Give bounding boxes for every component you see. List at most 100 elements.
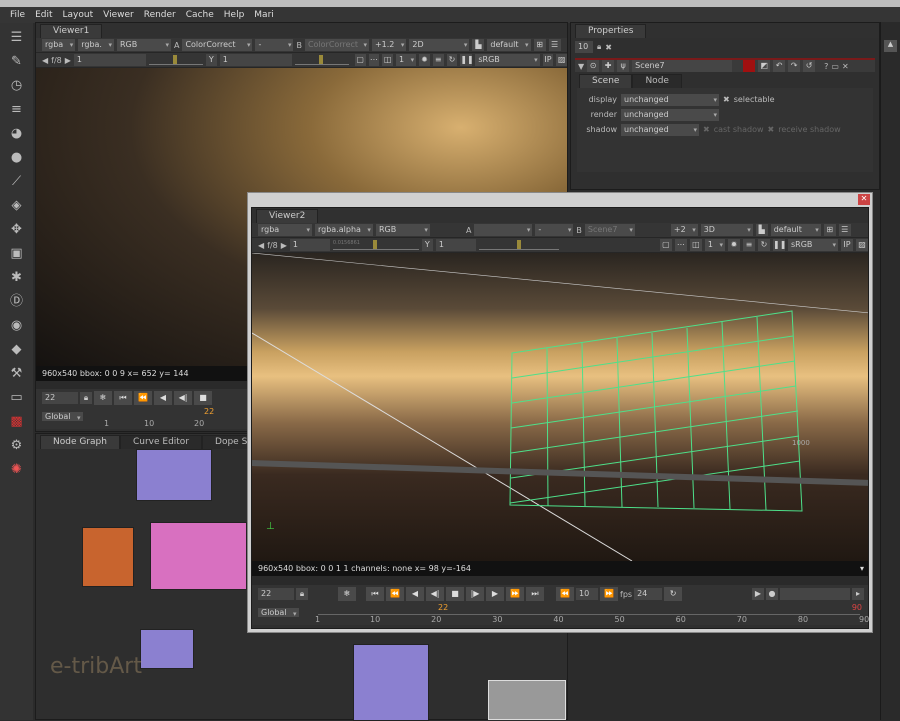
backdrop-node[interactable] bbox=[136, 449, 212, 501]
tab-viewer1[interactable]: Viewer1 bbox=[40, 24, 103, 38]
ip-button[interactable]: IP bbox=[542, 54, 554, 66]
navigator-minimap[interactable] bbox=[488, 680, 566, 720]
color-icon[interactable]: ◕ bbox=[9, 125, 25, 143]
clear-panels-icon[interactable]: ✖ bbox=[605, 43, 612, 52]
wipe-icon[interactable]: ⋯ bbox=[368, 54, 380, 66]
lines-icon[interactable]: ≡ bbox=[432, 54, 444, 66]
fstop-down-icon[interactable]: ◀ bbox=[258, 241, 264, 250]
loop-mode-icon[interactable]: ↻ bbox=[664, 587, 683, 601]
gamma-field[interactable]: 1 bbox=[435, 239, 476, 251]
freeze-icon[interactable]: ❄ bbox=[338, 587, 356, 601]
range-select[interactable]: Global bbox=[258, 608, 299, 617]
proxy-select[interactable]: 1 bbox=[396, 54, 417, 66]
timeline-options-icon[interactable]: ▸ bbox=[852, 588, 864, 600]
center-icon[interactable]: ⊙ bbox=[587, 60, 600, 72]
gamma-slider[interactable] bbox=[478, 240, 559, 250]
gamma-slider[interactable] bbox=[295, 55, 349, 65]
menu-render[interactable]: Render bbox=[144, 10, 176, 20]
wrench-icon[interactable]: ψ bbox=[617, 60, 630, 72]
region-icon[interactable]: ▢ bbox=[659, 239, 672, 251]
scroll-up-icon[interactable]: ▲ bbox=[884, 40, 897, 52]
backdrop-node[interactable] bbox=[140, 629, 194, 669]
step-back-icon[interactable]: ◀| bbox=[174, 391, 192, 405]
menu-edit[interactable]: Edit bbox=[35, 10, 52, 20]
overlay-icon[interactable]: ◫ bbox=[382, 54, 393, 66]
first-frame-icon[interactable]: ⏮ bbox=[114, 391, 132, 405]
colorspace-select[interactable]: sRGB bbox=[788, 239, 838, 251]
redo-icon[interactable]: ↷ bbox=[788, 60, 801, 72]
3d-icon[interactable]: ▣ bbox=[9, 245, 25, 263]
plugin-icon[interactable]: ⚙ bbox=[9, 437, 25, 455]
lut-preset-select[interactable]: default bbox=[487, 39, 531, 51]
colorspace-select[interactable]: sRGB bbox=[475, 54, 540, 66]
filter-icon[interactable]: ● bbox=[9, 149, 25, 167]
prev-key-icon[interactable]: ⏪ bbox=[134, 391, 152, 405]
stop-icon[interactable]: ■ bbox=[194, 391, 212, 405]
skip-back-icon[interactable]: ⏪ bbox=[556, 587, 574, 601]
display-select[interactable]: unchanged bbox=[621, 93, 719, 106]
lock-icon[interactable]: 🔒︎ bbox=[597, 42, 601, 52]
properties-scrollbar[interactable]: ▲ bbox=[880, 22, 900, 720]
alpha-channel-select[interactable]: rgba. bbox=[78, 39, 114, 51]
selectable-checkbox[interactable]: ✖ bbox=[723, 95, 730, 104]
lock-icon[interactable]: 🔒︎ bbox=[296, 588, 308, 600]
channel-icon[interactable]: ≡ bbox=[9, 101, 25, 119]
layer-select[interactable]: rgba bbox=[258, 224, 312, 236]
camera-icon[interactable]: ▙ bbox=[755, 224, 768, 236]
view-mode-select[interactable]: 2D bbox=[409, 39, 470, 51]
freeze-icon[interactable]: ❄ bbox=[94, 391, 112, 405]
flipbook-icon[interactable]: ▶ bbox=[752, 588, 764, 600]
tab-properties[interactable]: Properties bbox=[575, 24, 647, 38]
fstop-up-icon[interactable]: ▶ bbox=[65, 56, 71, 65]
backdrop-node[interactable] bbox=[353, 644, 429, 721]
tab-node[interactable]: Node bbox=[632, 74, 682, 88]
skip-forward-icon[interactable]: ⏩ bbox=[600, 587, 618, 601]
pause-icon[interactable]: ❚❚ bbox=[773, 239, 786, 251]
clip-icon[interactable]: ✹ bbox=[419, 54, 430, 66]
other-icon[interactable]: ⚒ bbox=[9, 365, 25, 383]
shadow-select[interactable]: unchanged bbox=[621, 123, 699, 136]
close-icon[interactable]: ✕ bbox=[842, 62, 849, 71]
tab-viewer2[interactable]: Viewer2 bbox=[256, 209, 319, 223]
gain-select[interactable]: +1.2 bbox=[371, 39, 407, 51]
last-frame-icon[interactable]: ⏭ bbox=[526, 587, 544, 601]
alpha-channel-select[interactable]: rgba.alpha bbox=[315, 224, 373, 236]
a-input-select[interactable]: ColorCorrect bbox=[182, 39, 253, 51]
float-icon[interactable]: ▭ bbox=[831, 62, 839, 71]
play-forward-icon[interactable]: ▶ bbox=[486, 587, 504, 601]
particles-icon[interactable]: ✱ bbox=[9, 269, 25, 287]
cast-shadow-checkbox[interactable]: ✖ bbox=[703, 125, 710, 134]
layer-select[interactable]: rgba bbox=[42, 39, 76, 51]
tab-curve-editor[interactable]: Curve Editor bbox=[119, 435, 203, 449]
backdrop-node[interactable] bbox=[82, 527, 134, 587]
info-menu-icon[interactable]: ▾ bbox=[860, 561, 864, 576]
menu-file[interactable]: File bbox=[10, 10, 25, 20]
tab-node-graph[interactable]: Node Graph bbox=[40, 435, 120, 449]
display-channels-select[interactable]: RGB bbox=[116, 39, 171, 51]
record-icon[interactable]: ● bbox=[766, 588, 778, 600]
b-input-select[interactable]: Scene7 bbox=[584, 224, 635, 236]
node-color-icon[interactable] bbox=[743, 60, 756, 72]
menu-help[interactable]: Help bbox=[224, 10, 245, 20]
ofx-icon[interactable]: ▩ bbox=[9, 413, 25, 431]
next-key-icon[interactable]: ⏩ bbox=[506, 587, 524, 601]
proxy-select[interactable]: 1 bbox=[704, 239, 725, 251]
first-frame-icon[interactable]: ⏮ bbox=[366, 587, 384, 601]
play-back-icon[interactable]: ◀ bbox=[406, 587, 424, 601]
overlay-icon[interactable]: ◫ bbox=[689, 239, 702, 251]
views-icon[interactable]: ◉ bbox=[9, 317, 25, 335]
max-panels-field[interactable]: 10 bbox=[575, 41, 593, 53]
refresh-icon[interactable]: ↻ bbox=[446, 54, 458, 66]
tab-scene[interactable]: Scene bbox=[579, 74, 633, 88]
step-forward-icon[interactable]: |▶ bbox=[466, 587, 484, 601]
menu-viewer[interactable]: Viewer bbox=[103, 10, 134, 20]
play-back-icon[interactable]: ◀ bbox=[154, 391, 172, 405]
stripes-icon[interactable]: ▨ bbox=[856, 239, 868, 251]
refresh-icon[interactable]: ↻ bbox=[758, 239, 770, 251]
pause-icon[interactable]: ❚❚ bbox=[460, 54, 474, 66]
camera-icon[interactable]: ▙ bbox=[472, 39, 485, 51]
display-channels-select[interactable]: RGB bbox=[375, 224, 430, 236]
clip-icon[interactable]: ✹ bbox=[728, 239, 740, 251]
range-select[interactable]: Global bbox=[42, 412, 83, 421]
roi-icon[interactable]: ⊞ bbox=[823, 224, 836, 236]
